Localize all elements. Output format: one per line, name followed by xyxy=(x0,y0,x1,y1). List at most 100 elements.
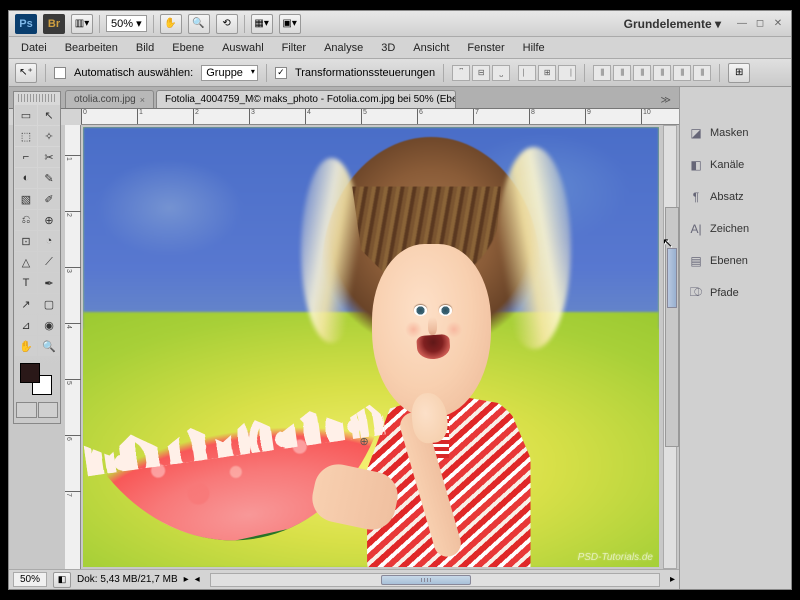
tabs-overflow-icon[interactable]: ≫ xyxy=(657,93,675,108)
status-zoom[interactable]: 50% xyxy=(13,572,47,587)
arrange-docs-icon[interactable]: ▦▾ xyxy=(251,14,273,34)
menu-datei[interactable]: Datei xyxy=(13,40,55,56)
menu-ebene[interactable]: Ebene xyxy=(164,40,212,56)
tab-close-icon[interactable]: × xyxy=(140,95,145,105)
standard-mode-button[interactable] xyxy=(16,402,37,418)
move-tool-preset-icon[interactable]: ↖⁺ xyxy=(15,63,37,83)
minimize-button[interactable]: ― xyxy=(735,18,749,30)
workspace-switcher[interactable]: Grundelemente ▾ xyxy=(624,17,721,31)
zoom-tool[interactable]: 🔍 xyxy=(38,336,60,356)
align-hcenter-icon[interactable]: ⊞ xyxy=(538,65,556,81)
3d-camera-tool[interactable]: ◉ xyxy=(38,315,60,335)
marquee-tool[interactable]: ▭ xyxy=(15,105,37,125)
canvas[interactable]: ⊕ PSD-Tutorials.de xyxy=(83,127,659,567)
panel-masken[interactable]: ◪ Masken xyxy=(680,117,791,149)
eyedropper-tool[interactable]: ◐ xyxy=(15,168,37,188)
menu-analyse[interactable]: Analyse xyxy=(316,40,371,56)
shape-tool[interactable]: ▢ xyxy=(38,294,60,314)
document-tab-active[interactable]: Fotolia_4004759_M© maks_photo - Fotolia.… xyxy=(156,90,456,108)
move-tool[interactable]: ↖ xyxy=(38,105,60,125)
ps-logo-icon[interactable]: Ps xyxy=(15,14,37,34)
gradient-tool[interactable]: ⊡ xyxy=(15,231,37,251)
scrollbar-horizontal[interactable] xyxy=(210,573,660,587)
align-bottom-icon[interactable]: ⎵ xyxy=(492,65,510,81)
screen-mode-icon[interactable]: ▣▾ xyxy=(279,14,301,34)
scrollbar-thumb[interactable] xyxy=(381,575,471,585)
zoom-tool-icon[interactable]: 🔍 xyxy=(188,14,210,34)
auto-align-icon[interactable]: ⊞ xyxy=(728,63,750,83)
align-top-icon[interactable]: ⎴ xyxy=(452,65,470,81)
hand-tool-icon[interactable]: ✋ xyxy=(160,14,182,34)
heal-tool[interactable]: ✎ xyxy=(38,168,60,188)
align-vcenter-icon[interactable]: ⊟ xyxy=(472,65,490,81)
transform-label: Transformationssteuerungen xyxy=(295,67,435,79)
ruler-tick: 5 xyxy=(65,379,81,385)
type-tool[interactable]: T xyxy=(15,273,37,293)
ruler-vertical[interactable]: 1 2 3 4 5 6 7 xyxy=(65,125,81,569)
foreground-color-swatch[interactable] xyxy=(20,363,40,383)
ruler-tick: 6 xyxy=(65,435,81,441)
menu-auswahl[interactable]: Auswahl xyxy=(214,40,272,56)
document-tab-inactive[interactable]: otolia.com.jpg × xyxy=(65,90,154,108)
menu-3d[interactable]: 3D xyxy=(373,40,403,56)
collapsed-panel-dock[interactable] xyxy=(665,207,679,447)
eraser-tool[interactable]: ⊕ xyxy=(38,210,60,230)
menu-filter[interactable]: Filter xyxy=(274,40,314,56)
wand-tool[interactable]: ✧ xyxy=(38,126,60,146)
menu-ansicht[interactable]: Ansicht xyxy=(405,40,457,56)
history-brush-tool[interactable]: ⎌ xyxy=(15,210,37,230)
lasso-tool[interactable]: ⬚ xyxy=(15,126,37,146)
layout-menu-button[interactable]: ▥▾ xyxy=(71,14,93,34)
direct-select-tool[interactable]: ↗ xyxy=(15,294,37,314)
3d-tool[interactable]: ⊿ xyxy=(15,315,37,335)
panel-pfade[interactable]: ⎄ Pfade xyxy=(680,277,791,309)
status-nav-icon[interactable]: ◧ xyxy=(53,572,71,588)
ruler-tick: 9 xyxy=(585,109,591,125)
menu-bild[interactable]: Bild xyxy=(128,40,162,56)
scroll-right-icon[interactable]: ▸ xyxy=(670,574,675,585)
color-swatches xyxy=(18,361,56,397)
quickmask-mode-button[interactable] xyxy=(38,402,59,418)
align-right-icon[interactable]: ⎹ xyxy=(558,65,576,81)
dodge-tool[interactable]: △ xyxy=(15,252,37,272)
crop-tool[interactable]: ⌐ xyxy=(15,147,37,167)
dist-3-icon[interactable]: ⫼ xyxy=(633,65,651,81)
dist-1-icon[interactable]: ⫼ xyxy=(593,65,611,81)
path-tool[interactable]: ✒ xyxy=(38,273,60,293)
menu-bearbeiten[interactable]: Bearbeiten xyxy=(57,40,126,56)
auto-select-checkbox[interactable] xyxy=(54,67,66,79)
align-left-icon[interactable]: ⎸ xyxy=(518,65,536,81)
stamp-tool[interactable]: ✐ xyxy=(38,189,60,209)
zoom-combo[interactable]: 50% ▾ xyxy=(106,15,147,32)
panel-label: Absatz xyxy=(710,191,744,203)
menu-hilfe[interactable]: Hilfe xyxy=(515,40,553,56)
brush-tool[interactable]: ▧ xyxy=(15,189,37,209)
hand-tool[interactable]: ✋ xyxy=(15,336,37,356)
dist-5-icon[interactable]: ⫼ xyxy=(673,65,691,81)
menu-fenster[interactable]: Fenster xyxy=(459,40,512,56)
dist-6-icon[interactable]: ⫼ xyxy=(693,65,711,81)
scroll-left-icon[interactable]: ◂ xyxy=(195,574,200,585)
toolbox-grip[interactable] xyxy=(18,94,56,102)
maximize-button[interactable]: ◻ xyxy=(753,18,767,30)
dist-4-icon[interactable]: ⫼ xyxy=(653,65,671,81)
status-bar: 50% ◧ Dok: 5,43 MB/21,7 MB ▸ ◂ ▸ xyxy=(9,569,679,589)
close-button[interactable]: ✕ xyxy=(771,18,785,30)
slice-tool[interactable]: ✂ xyxy=(38,147,60,167)
panel-absatz[interactable]: ¶ Absatz xyxy=(680,181,791,213)
panel-zeichen[interactable]: A| Zeichen xyxy=(680,213,791,245)
ruler-horizontal[interactable]: 0 1 2 3 4 5 6 7 8 9 10 xyxy=(81,109,679,125)
panel-ebenen[interactable]: ▤ Ebenen xyxy=(680,245,791,277)
transform-checkbox[interactable]: ✓ xyxy=(275,67,287,79)
status-arrow-icon[interactable]: ▸ xyxy=(184,574,189,585)
blur-tool[interactable]: ◔ xyxy=(38,231,60,251)
pen-tool[interactable]: ⟋ xyxy=(38,252,60,272)
bridge-logo-icon[interactable]: Br xyxy=(43,14,65,34)
panel-kanaele[interactable]: ◧ Kanäle xyxy=(680,149,791,181)
dist-2-icon[interactable]: ⫼ xyxy=(613,65,631,81)
rotate-view-icon[interactable]: ⟲ xyxy=(216,14,238,34)
collapsed-panel-tab[interactable] xyxy=(667,248,677,308)
ruler-tick: 8 xyxy=(529,109,535,125)
auto-select-label: Automatisch auswählen: xyxy=(74,67,193,79)
auto-select-dropdown[interactable]: Gruppe xyxy=(201,65,258,81)
